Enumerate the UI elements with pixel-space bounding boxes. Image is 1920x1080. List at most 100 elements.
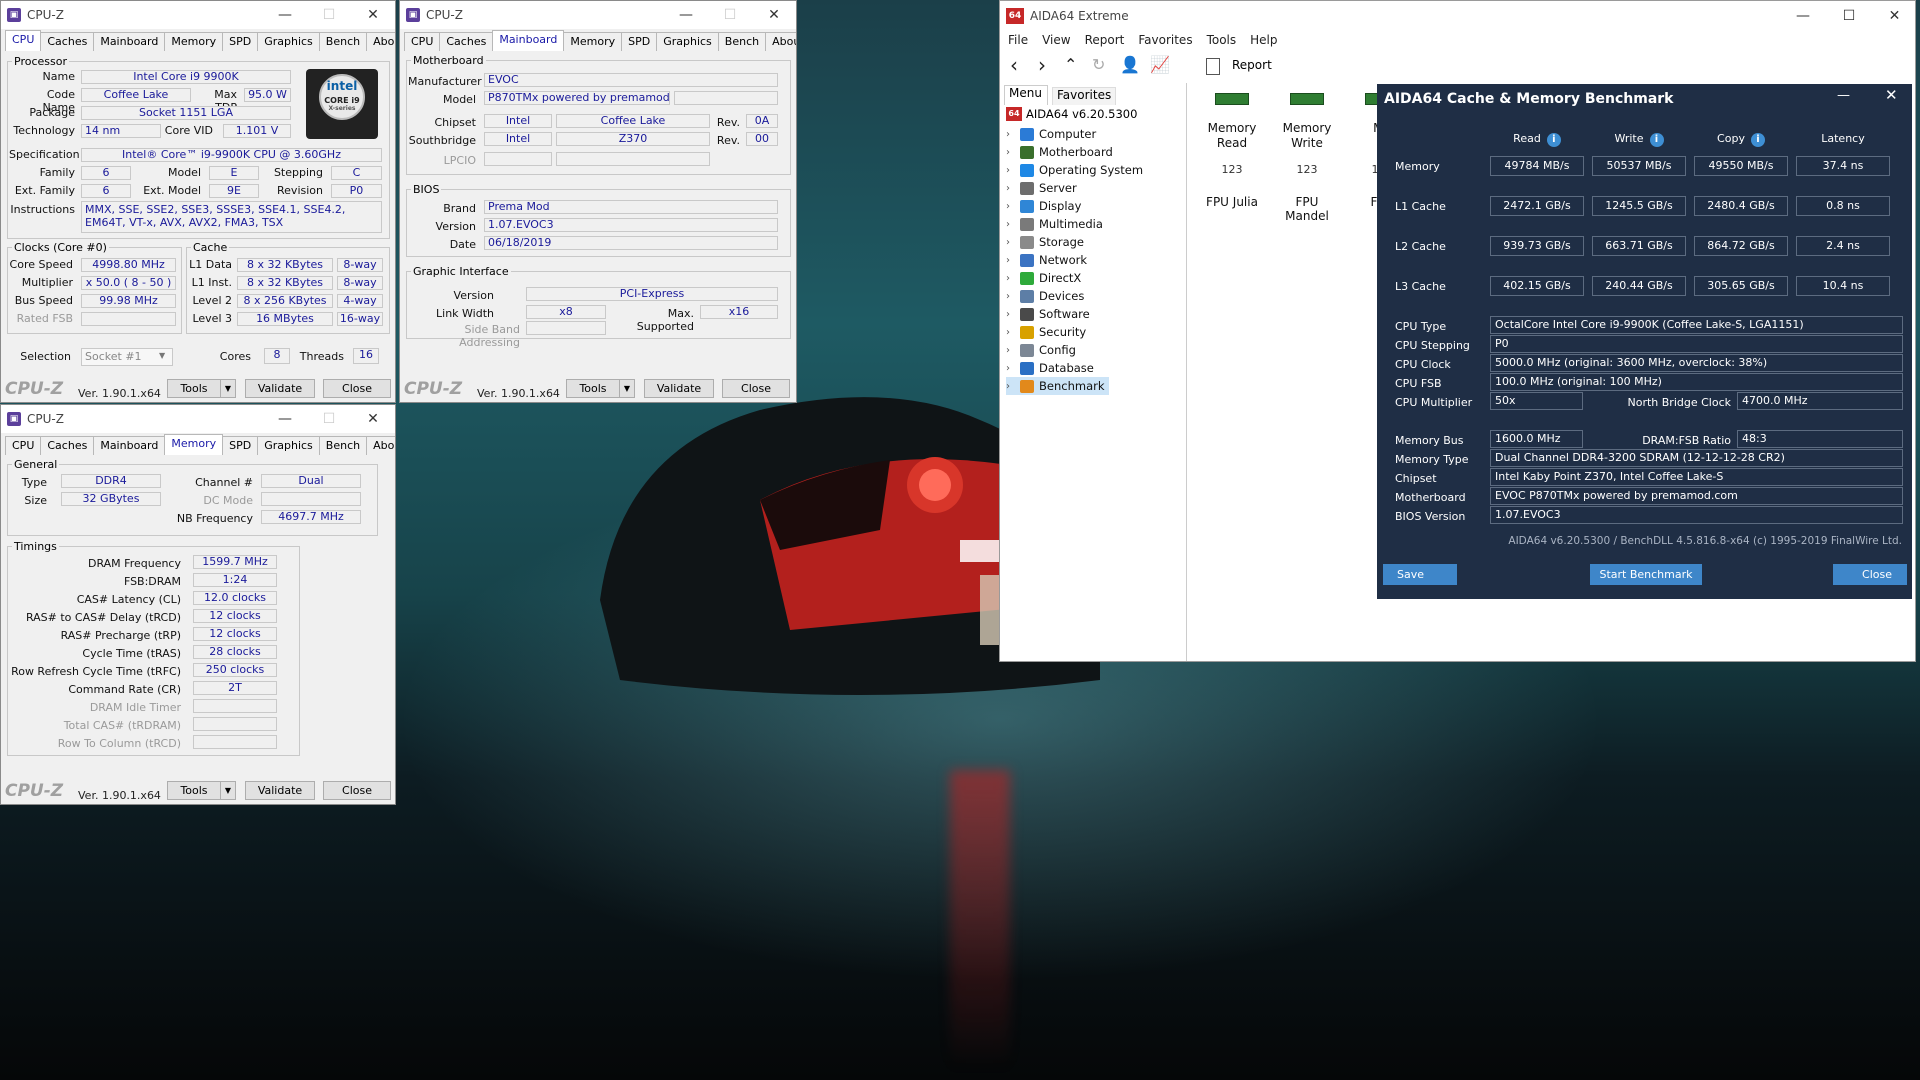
- tools-button[interactable]: Tools: [167, 379, 221, 398]
- tab-caches[interactable]: Caches: [439, 32, 494, 51]
- chevron-right-icon[interactable]: ›: [1006, 201, 1020, 212]
- tab-spd[interactable]: SPD: [222, 32, 259, 51]
- validate-button[interactable]: Validate: [644, 379, 714, 398]
- chevron-right-icon[interactable]: ›: [1006, 165, 1020, 176]
- cpuz-mainboard-titlebar[interactable]: ▣ CPU-Z — ☐ ✕: [400, 1, 796, 29]
- tools-dropdown-icon[interactable]: ▼: [220, 781, 236, 800]
- tools-dropdown-icon[interactable]: ▼: [619, 379, 635, 398]
- close-icon[interactable]: ✕: [351, 405, 395, 433]
- memory-module-icon[interactable]: [1215, 93, 1249, 105]
- tree-item-storage[interactable]: › Storage: [1006, 233, 1084, 251]
- memory-module-icon[interactable]: [1290, 93, 1324, 105]
- minimize-icon[interactable]: —: [263, 405, 307, 433]
- close-icon[interactable]: ✕: [1885, 86, 1898, 104]
- refresh-icon[interactable]: ↻: [1092, 55, 1105, 74]
- tab-spd[interactable]: SPD: [621, 32, 658, 51]
- chevron-right-icon[interactable]: ›: [1006, 129, 1020, 140]
- chevron-right-icon[interactable]: ›: [1006, 291, 1020, 302]
- tab-about[interactable]: About: [366, 32, 395, 51]
- tree-item-server[interactable]: › Server: [1006, 179, 1077, 197]
- tab-spd[interactable]: SPD: [222, 436, 259, 455]
- chart-icon[interactable]: 📈: [1150, 55, 1170, 74]
- tab-mainboard[interactable]: Mainboard: [93, 32, 166, 51]
- menu-file[interactable]: File: [1008, 33, 1028, 47]
- tab-caches[interactable]: Caches: [40, 436, 95, 455]
- close-icon[interactable]: ✕: [752, 1, 796, 29]
- fpu-icon[interactable]: 123: [1219, 163, 1245, 181]
- tab-caches[interactable]: Caches: [40, 32, 95, 51]
- tools-button[interactable]: Tools: [566, 379, 620, 398]
- tree-item-operating-system[interactable]: › Operating System: [1006, 161, 1143, 179]
- tools-dropdown-icon[interactable]: ▼: [220, 379, 236, 398]
- tab-graphics[interactable]: Graphics: [257, 32, 320, 51]
- maximize-icon[interactable]: ☐: [1826, 1, 1872, 31]
- tab-bench[interactable]: Bench: [318, 436, 368, 455]
- tree-item-motherboard[interactable]: › Motherboard: [1006, 143, 1113, 161]
- cpuz-cpu-titlebar[interactable]: ▣ CPU-Z — ☐ ✕: [1, 1, 395, 29]
- tree-item-software[interactable]: › Software: [1006, 305, 1090, 323]
- nav-tab-favorites[interactable]: Favorites: [1052, 87, 1116, 105]
- fpu-icon-label[interactable]: FPU Mandel: [1276, 195, 1338, 223]
- tab-cpu[interactable]: CPU: [5, 436, 42, 455]
- tab-mainboard[interactable]: Mainboard: [492, 30, 565, 51]
- forward-icon[interactable]: ›: [1038, 53, 1046, 77]
- tree-item-security[interactable]: › Security: [1006, 323, 1086, 341]
- fpu-icon-label[interactable]: FPU Julia: [1201, 195, 1263, 209]
- menu-favorites[interactable]: Favorites: [1138, 33, 1192, 47]
- report-icon[interactable]: [1206, 58, 1220, 75]
- chevron-right-icon[interactable]: ›: [1006, 327, 1020, 338]
- close-button[interactable]: Close: [323, 379, 391, 398]
- tree-root[interactable]: 64 AIDA64 v6.20.5300: [1006, 107, 1137, 121]
- chevron-right-icon[interactable]: ›: [1006, 309, 1020, 320]
- tree-item-benchmark[interactable]: › Benchmark: [1006, 377, 1109, 395]
- tab-graphics[interactable]: Graphics: [257, 436, 320, 455]
- user-icon[interactable]: 👤: [1120, 55, 1140, 74]
- bench-icon-label[interactable]: Memory: [1276, 121, 1338, 135]
- menu-tools[interactable]: Tools: [1207, 33, 1237, 47]
- tree-item-display[interactable]: › Display: [1006, 197, 1081, 215]
- nav-tab-menu[interactable]: Menu: [1004, 85, 1048, 105]
- menu-report[interactable]: Report: [1085, 33, 1125, 47]
- up-icon[interactable]: ⌃: [1064, 55, 1077, 74]
- tab-memory[interactable]: Memory: [164, 32, 224, 51]
- validate-button[interactable]: Validate: [245, 781, 315, 800]
- chevron-right-icon[interactable]: ›: [1006, 237, 1020, 248]
- tree-item-multimedia[interactable]: › Multimedia: [1006, 215, 1103, 233]
- tree-item-config[interactable]: › Config: [1006, 341, 1076, 359]
- close-button[interactable]: Close: [722, 379, 790, 398]
- tab-cpu[interactable]: CPU: [5, 30, 42, 51]
- tab-cpu[interactable]: CPU: [404, 32, 441, 51]
- chevron-right-icon[interactable]: ›: [1006, 255, 1020, 266]
- report-button-label[interactable]: Report: [1232, 58, 1272, 72]
- chevron-right-icon[interactable]: ›: [1006, 381, 1020, 392]
- info-icon[interactable]: i: [1546, 133, 1561, 147]
- cpuz-memory-titlebar[interactable]: ▣ CPU-Z — ☐ ✕: [1, 405, 395, 433]
- minimize-icon[interactable]: —: [1837, 88, 1850, 103]
- tools-button[interactable]: Tools: [167, 781, 221, 800]
- minimize-icon[interactable]: —: [1780, 1, 1826, 31]
- tab-about[interactable]: About: [366, 436, 395, 455]
- tree-item-computer[interactable]: › Computer: [1006, 125, 1096, 143]
- close-button[interactable]: Close: [323, 781, 391, 800]
- tab-bench[interactable]: Bench: [318, 32, 368, 51]
- tree-item-directx[interactable]: › DirectX: [1006, 269, 1081, 287]
- aida64-titlebar[interactable]: 64 AIDA64 Extreme — ☐ ✕: [1000, 1, 1915, 31]
- close-icon[interactable]: ✕: [351, 1, 395, 29]
- tab-about[interactable]: About: [765, 32, 796, 51]
- bench-icon-label[interactable]: Write: [1276, 136, 1338, 150]
- menu-view[interactable]: View: [1042, 33, 1070, 47]
- minimize-icon[interactable]: —: [263, 1, 307, 29]
- tree-item-devices[interactable]: › Devices: [1006, 287, 1084, 305]
- chevron-right-icon[interactable]: ›: [1006, 363, 1020, 374]
- menu-help[interactable]: Help: [1250, 33, 1277, 47]
- chevron-right-icon[interactable]: ›: [1006, 147, 1020, 158]
- save-button[interactable]: Save: [1383, 564, 1457, 585]
- minimize-icon[interactable]: —: [664, 1, 708, 29]
- tab-bench[interactable]: Bench: [717, 32, 767, 51]
- tab-memory[interactable]: Memory: [563, 32, 623, 51]
- chevron-right-icon[interactable]: ›: [1006, 219, 1020, 230]
- close-button[interactable]: Close: [1833, 564, 1907, 585]
- dialog-titlebar[interactable]: AIDA64 Cache & Memory Benchmark — ✕: [1377, 84, 1912, 112]
- tab-mainboard[interactable]: Mainboard: [93, 436, 166, 455]
- tree-item-database[interactable]: › Database: [1006, 359, 1094, 377]
